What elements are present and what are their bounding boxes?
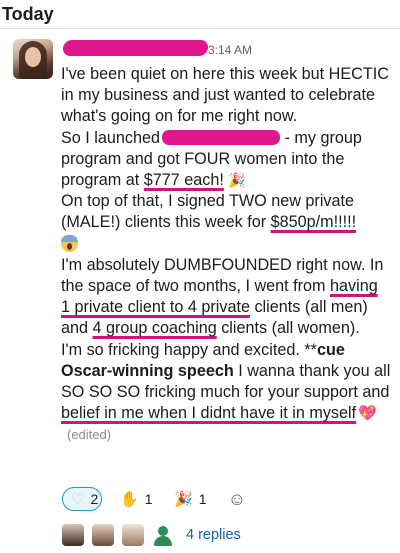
replier-avatar — [62, 524, 84, 546]
price-highlight: $777 each! — [143, 171, 224, 190]
redacted-author-name — [62, 40, 209, 56]
edited-label: (edited) — [67, 427, 112, 443]
replier-avatar — [92, 524, 114, 546]
party-popper-icon: 🎉 — [174, 491, 193, 508]
party-popper-icon: 🎉 — [228, 173, 246, 190]
white-heart-icon: ♡ — [71, 491, 85, 508]
reaction-raised-hands[interactable]: ✋ 1 — [112, 487, 156, 511]
default-user-avatar-icon — [152, 524, 174, 546]
thread-summary[interactable]: 4 replies — [62, 523, 241, 547]
reaction-count: 1 — [144, 491, 153, 507]
reaction-count: 1 — [198, 491, 207, 507]
message-paragraph: On top of that, I signed TWO new private… — [61, 191, 391, 255]
price-highlight: $850p/m!!!!! — [270, 213, 357, 232]
replies-link[interactable]: 4 replies — [186, 527, 241, 543]
group-highlight: 4 group coaching — [92, 319, 217, 338]
author-avatar[interactable] — [13, 39, 53, 79]
raised-hands-icon: ✋ — [120, 491, 139, 508]
reaction-white-heart[interactable]: ♡ 2 — [62, 487, 102, 511]
message-paragraph: I'm absolutely DUMBFOUNDED right now. In… — [61, 255, 384, 338]
sparkling-heart-icon: 💖 — [358, 405, 377, 423]
reaction-count: 2 — [90, 491, 99, 507]
add-reaction-icon[interactable]: ☺ — [226, 488, 248, 510]
day-divider: Today — [0, 0, 400, 29]
day-label[interactable]: Today — [2, 4, 54, 25]
reaction-party-popper[interactable]: 🎉 1 — [166, 487, 214, 511]
message-paragraph: So I launched - my group program and got… — [61, 128, 362, 190]
message-timestamp[interactable]: 3:14 AM — [208, 43, 252, 57]
message-paragraph: I'm so fricking happy and excited. **cue… — [61, 340, 391, 443]
redacted-program-name — [162, 129, 280, 145]
message-body: I've been quiet on here this week but HE… — [61, 64, 391, 446]
replier-avatar — [122, 524, 144, 546]
message-paragraph: I've been quiet on here this week but HE… — [61, 65, 389, 126]
scream-face-icon — [61, 234, 78, 252]
belief-highlight: belief in me when I didnt have it in mys… — [61, 404, 357, 423]
